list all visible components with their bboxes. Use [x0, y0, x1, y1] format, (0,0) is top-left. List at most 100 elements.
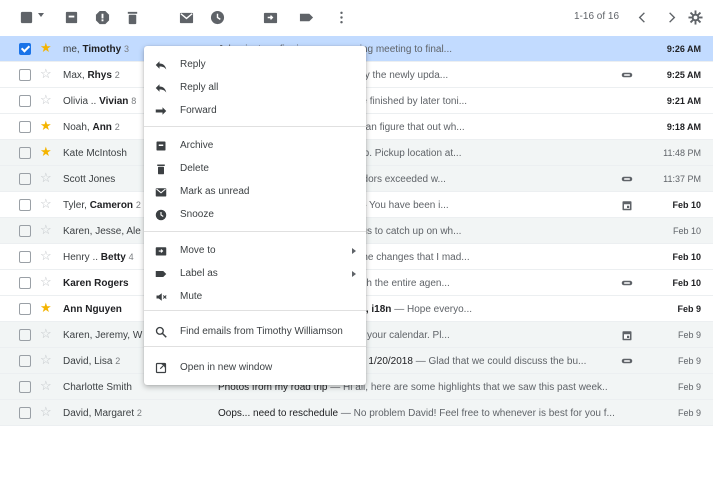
- menu-item-label: Delete: [180, 163, 209, 174]
- attachment-icon[interactable]: [620, 276, 634, 289]
- menu-item-move-to[interactable]: Move to: [144, 240, 366, 262]
- snooze-icon[interactable]: [209, 9, 225, 25]
- sender: Henry .. Betty 4: [63, 252, 153, 263]
- menu-item-reply-all[interactable]: Reply all: [144, 77, 366, 99]
- report-spam-icon[interactable]: [94, 9, 110, 25]
- subject: Oops... need to reschedule: [218, 408, 339, 419]
- email-date: Feb 10: [672, 226, 701, 236]
- star-icon[interactable]: ☆: [40, 352, 52, 368]
- email-row[interactable]: ☆ David, Margaret 2 Oops... need to resche…: [0, 400, 713, 426]
- sender: Max, Rhys 2: [63, 70, 153, 81]
- thread-count: 2: [135, 200, 141, 210]
- sender-names: Kate McIntosh: [63, 148, 127, 159]
- sender-names: Olivia ..: [63, 96, 100, 107]
- label-icon[interactable]: [298, 9, 314, 25]
- row-checkbox[interactable]: [19, 147, 31, 159]
- star-icon[interactable]: ☆: [40, 92, 52, 108]
- sender-names: Scott Jones: [63, 174, 116, 185]
- row-checkbox[interactable]: [19, 225, 31, 237]
- settings-icon[interactable]: [687, 9, 703, 25]
- star-icon[interactable]: ☆: [40, 378, 52, 394]
- email-date: Feb 10: [672, 252, 701, 262]
- menu-item-snooze[interactable]: Snooze: [144, 204, 366, 226]
- prev-icon[interactable]: [634, 9, 650, 25]
- row-checkbox[interactable]: [19, 121, 31, 133]
- attachment-icon[interactable]: [620, 354, 634, 367]
- menu-item-label: Open in new window: [180, 362, 273, 373]
- attachment-icon[interactable]: [620, 68, 634, 81]
- sender-names: Noah,: [63, 122, 93, 133]
- row-checkbox[interactable]: [19, 199, 31, 211]
- menu-item-delete[interactable]: Delete: [144, 158, 366, 180]
- star-icon[interactable]: ☆: [40, 404, 52, 420]
- row-checkbox[interactable]: [19, 381, 31, 393]
- menu-item-forward[interactable]: Forward: [144, 100, 366, 122]
- row-checkbox[interactable]: [19, 355, 31, 367]
- row-checkbox[interactable]: [19, 407, 31, 419]
- star-icon[interactable]: ★: [40, 300, 52, 316]
- select-dropdown-icon[interactable]: [38, 13, 44, 17]
- email-date: 9:26 AM: [666, 44, 701, 54]
- email-date: 9:21 AM: [666, 96, 701, 106]
- row-checkbox[interactable]: [19, 251, 31, 263]
- sender: Scott Jones: [63, 174, 153, 185]
- sender-names: Henry ..: [63, 252, 101, 263]
- archive-icon[interactable]: [63, 9, 79, 25]
- row-checkbox[interactable]: [19, 303, 31, 315]
- menu-item-open-in-new-window[interactable]: Open in new window: [144, 357, 366, 379]
- reply-all-icon: [154, 81, 168, 95]
- star-icon[interactable]: ☆: [40, 326, 52, 342]
- star-icon[interactable]: ★: [40, 40, 52, 56]
- star-icon[interactable]: ★: [40, 144, 52, 160]
- snippet: — Hi all, here are some highlights that …: [327, 382, 608, 393]
- menu-item-archive[interactable]: Archive: [144, 135, 366, 157]
- subject-line: Oops... need to reschedule — No problem …: [218, 408, 618, 419]
- sender-unread-name: Ann Nguyen: [63, 304, 122, 315]
- sender: David, Lisa 2: [63, 356, 153, 367]
- mark-unread-icon[interactable]: [178, 9, 194, 25]
- select-checkbox-icon[interactable]: [18, 9, 34, 25]
- star-icon[interactable]: ☆: [40, 248, 52, 264]
- email-date: Feb 9: [677, 356, 701, 366]
- move-to-icon[interactable]: [262, 9, 278, 25]
- sender-unread-name: Ann: [92, 122, 112, 133]
- row-checkbox[interactable]: [19, 95, 31, 107]
- attachment-icon[interactable]: [620, 172, 634, 185]
- row-checkbox[interactable]: [19, 329, 31, 341]
- pagination-range: 1-16 of 16: [574, 11, 620, 22]
- submenu-arrow-icon: [352, 248, 356, 254]
- calendar-icon[interactable]: [620, 198, 634, 211]
- next-icon[interactable]: [663, 9, 679, 25]
- menu-item-mute[interactable]: Mute: [144, 286, 366, 308]
- row-checkbox[interactable]: [19, 69, 31, 81]
- star-icon[interactable]: ☆: [40, 170, 52, 186]
- row-checkbox[interactable]: [19, 173, 31, 185]
- delete-icon[interactable]: [124, 9, 140, 25]
- star-icon[interactable]: ☆: [40, 196, 52, 212]
- menu-item-mark-as-unread[interactable]: Mark as unread: [144, 181, 366, 203]
- sender: Tyler, Cameron 2: [63, 200, 153, 211]
- sender-unread-name: Karen Rogers: [63, 278, 129, 289]
- archive-icon: [154, 139, 168, 153]
- thread-count: 2: [114, 122, 120, 132]
- more-icon[interactable]: [333, 9, 349, 25]
- menu-item-label-as[interactable]: Label as: [144, 263, 366, 285]
- sender-unread-name: Betty: [100, 252, 126, 263]
- thread-count: 2: [115, 356, 121, 366]
- star-icon[interactable]: ☆: [40, 66, 52, 82]
- row-checkbox[interactable]: [19, 43, 31, 55]
- star-icon[interactable]: ★: [40, 118, 52, 134]
- sender: me, Timothy 3: [63, 44, 153, 55]
- sender-unread-name: Cameron: [89, 200, 134, 211]
- star-icon[interactable]: ☆: [40, 274, 52, 290]
- star-icon[interactable]: ☆: [40, 222, 52, 238]
- sender: Olivia .. Vivian 8: [63, 96, 153, 107]
- sender: Karen, Jeremy, W: [63, 330, 153, 341]
- row-checkbox[interactable]: [19, 277, 31, 289]
- calendar-icon[interactable]: [620, 328, 634, 341]
- menu-item-find-emails-from-timothy-williamson[interactable]: Find emails from Timothy Williamson: [144, 321, 366, 343]
- menu-item-reply[interactable]: Reply: [144, 54, 366, 76]
- sender-names: David, Margaret: [63, 408, 135, 419]
- sender: Charlotte Smith: [63, 382, 153, 393]
- forward-icon: [154, 104, 168, 118]
